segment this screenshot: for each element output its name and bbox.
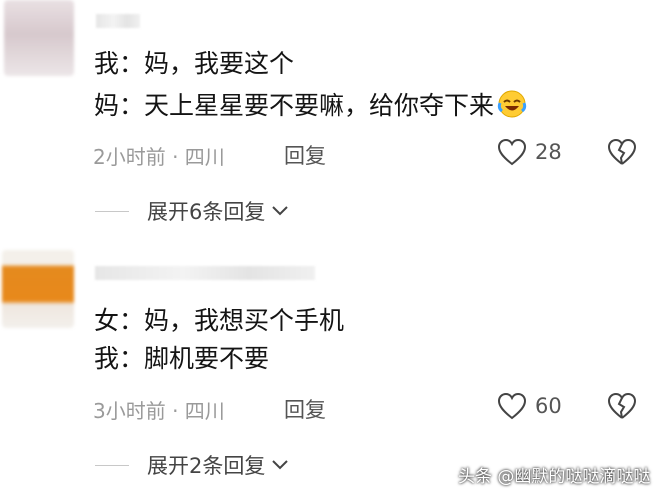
broken-heart-icon — [607, 392, 637, 419]
divider — [95, 210, 129, 212]
expand-replies-label: 展开6条回复 — [147, 200, 266, 224]
watermark: 头条 @幽默的哒哒滴哒哒 — [458, 467, 651, 487]
reply-button[interactable]: 回复 — [284, 394, 326, 424]
comment-meta: 2小时前 · 四川 — [93, 145, 225, 169]
expand-replies-label: 展开2条回复 — [147, 454, 266, 478]
heart-icon — [497, 138, 527, 166]
comment-line: 我：脚机要不要 — [94, 344, 270, 373]
like-button[interactable]: 28 — [497, 138, 562, 166]
expand-replies-button[interactable]: 展开6条回复 — [95, 196, 289, 226]
comment-text: 妈：天上星星要不要嘛，给你夺下来 — [94, 91, 495, 120]
like-count: 60 — [535, 394, 562, 418]
comment-line: 女：妈，我想买个手机 — [94, 306, 345, 335]
like-count: 28 — [535, 140, 562, 164]
comment-line: 我：妈，我要这个 — [94, 49, 295, 78]
username-blurred[interactable] — [96, 14, 140, 28]
chevron-down-icon — [272, 460, 289, 470]
divider — [95, 464, 129, 466]
broken-heart-icon — [607, 138, 637, 165]
like-button[interactable]: 60 — [497, 392, 562, 420]
comment-meta: 3小时前 · 四川 — [93, 399, 225, 423]
reply-button[interactable]: 回复 — [284, 140, 326, 170]
comment-line: 妈：天上星星要不要嘛，给你夺下来 — [94, 89, 527, 122]
avatar[interactable] — [4, 0, 74, 76]
username-blurred[interactable] — [95, 266, 315, 280]
dislike-button[interactable] — [607, 138, 637, 170]
rolling-laughing-emoji-icon — [497, 90, 527, 118]
avatar[interactable] — [2, 250, 74, 328]
dislike-button[interactable] — [607, 392, 637, 424]
chevron-down-icon — [272, 206, 289, 216]
expand-replies-button[interactable]: 展开2条回复 — [95, 450, 289, 480]
heart-icon — [497, 392, 527, 420]
